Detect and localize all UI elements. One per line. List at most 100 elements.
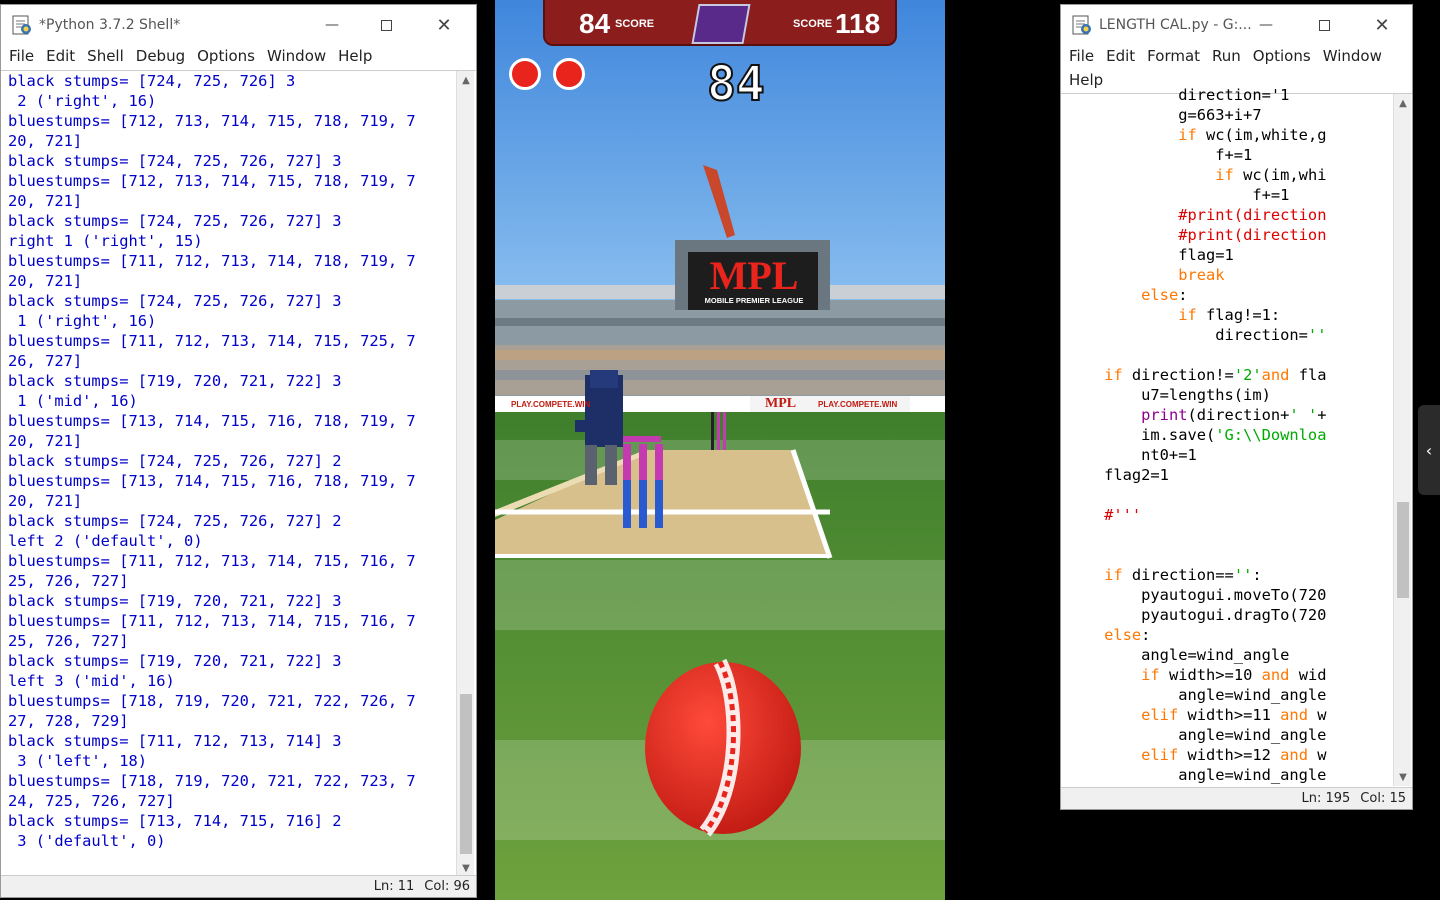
close-button[interactable]: ✕ [421,5,467,45]
code-token: angle=wind_angle [1067,686,1327,704]
code-token: : [1252,566,1262,584]
code-token: width>=10 [1159,666,1262,684]
menu-edit[interactable]: Edit [40,45,81,69]
shell-statusbar: Ln: 11 Col: 96 [1,875,476,897]
shell-output-line: black stumps= [724, 725, 726, 727] 3 [8,292,342,310]
minimize-button[interactable]: — [309,5,355,45]
scroll-down-icon[interactable]: ▼ [1394,768,1412,786]
menu-help[interactable]: Help [332,45,378,69]
code-token: and [1280,746,1308,764]
code-token: fla [1289,366,1327,384]
shell-output-line: 25, 726, 727] [8,572,129,590]
shell-scrollbar[interactable]: ▲ ▼ [456,71,474,877]
code-token: '' [1307,326,1327,344]
code-token: #''' [1104,506,1142,524]
code-token: print [1141,406,1188,424]
scroll-thumb[interactable] [1397,502,1409,598]
code-token: nt0+=1 [1067,446,1197,464]
shell-output-text[interactable]: black stumps= [724, 725, 726] 3 2 ('righ… [8,71,454,877]
editor-scrollbar[interactable]: ▲ ▼ [1393,94,1411,786]
menu-options[interactable]: Options [191,45,261,69]
scroll-thumb[interactable] [460,694,472,854]
menu-file[interactable]: File [3,45,40,69]
shell-output-line: 20, 721] [8,272,83,290]
code-line: if flag!=1: [1067,305,1387,325]
menu-window[interactable]: Window [261,45,332,69]
menu-options[interactable]: Options [1247,45,1317,69]
shell-output-line: 26, 727] [8,352,83,370]
menu-debug[interactable]: Debug [130,45,191,69]
maximize-button[interactable] [363,5,409,45]
close-button[interactable]: ✕ [1359,5,1405,45]
code-token: else [1104,626,1142,644]
menu-window[interactable]: Window [1317,45,1388,69]
code-token: flag!=1: [1196,306,1281,324]
score-bar: 84 SCORE SCORE 118 [543,0,897,46]
editor-statusbar: Ln: 195 Col: 15 [1061,787,1412,809]
code-token: width>=11 [1178,706,1281,724]
python-file-icon [1072,15,1091,35]
versus-badge-icon [691,4,751,44]
cricket-game-view[interactable]: 84 SCORE SCORE 118 84 MPL MOBILE PREMIER… [495,0,945,900]
shell-menubar: File Edit Shell Debug Options Window Hel… [1,45,476,69]
code-token: if [1178,306,1197,324]
cricket-ball[interactable] [645,658,801,837]
menu-run[interactable]: Run [1206,45,1247,69]
code-token: else [1141,286,1179,304]
menu-file[interactable]: File [1063,45,1100,69]
code-token: direction!= [1122,366,1234,384]
status-column: Col: 15 [1360,791,1406,806]
code-line: #''' [1067,505,1387,525]
code-token: g=663+i+7 [1067,106,1262,124]
menu-edit[interactable]: Edit [1100,45,1141,69]
code-line: pyautogui.dragTo(720 [1067,605,1387,625]
code-token: and [1261,666,1290,684]
editor-code-area[interactable]: direction='1 g=663+i+7 if wc(im,white,g … [1067,85,1387,787]
code-line: angle=wind_angle [1067,725,1387,745]
shell-output-line: black stumps= [719, 720, 721, 722] 3 [8,372,342,390]
code-token: : [1141,626,1151,644]
shell-output-line: 3 ('default', 0) [8,832,166,850]
shell-output-line: bluestumps= [711, 712, 713, 714, 718, 71… [8,252,416,270]
minimize-button[interactable]: — [1243,5,1289,45]
code-token: if [1141,666,1160,684]
scroll-up-icon[interactable]: ▲ [1394,94,1412,112]
code-token: #print(direction [1178,226,1327,244]
menu-shell[interactable]: Shell [81,45,130,69]
code-token: angle=wind_angle [1067,766,1327,784]
status-line: Ln: 195 [1301,791,1351,806]
shell-output-line: 24, 725, 726, 727] [8,792,175,810]
shell-output-line: 20, 721] [8,132,83,150]
editor-titlebar[interactable]: LENGTH CAL.py - G:... — ✕ [1061,5,1412,45]
code-token: and [1261,366,1290,384]
code-line: #print(direction [1067,225,1387,245]
maximize-button[interactable] [1301,5,1347,45]
shell-output-line: black stumps= [719, 720, 721, 722] 3 [8,652,342,670]
code-line: else: [1067,285,1387,305]
code-token: angle=wind_angle [1067,726,1327,744]
code-token: pyautogui.dragTo(720 [1067,606,1327,624]
code-line: angle=wind_angle [1067,685,1387,705]
mpl-board-logo: MPL [709,253,799,298]
code-line: nt0+=1 [1067,445,1387,465]
shell-titlebar[interactable]: *Python 3.7.2 Shell* — ✕ [1,5,476,45]
code-line: im.save('G:\\Downloa [1067,425,1387,445]
code-token: and [1280,706,1308,724]
scroll-up-icon[interactable]: ▲ [457,71,475,89]
code-line: if wc(im,whi [1067,165,1387,185]
side-panel-toggle[interactable]: ‹ [1418,405,1440,495]
code-line: elif width>=11 and w [1067,705,1387,725]
code-token: '2' [1233,366,1262,384]
code-token: wc(im,whi [1233,166,1327,184]
menu-format[interactable]: Format [1141,45,1206,69]
code-token: #print(direction [1178,206,1327,224]
shell-window-title: *Python 3.7.2 Shell* [39,17,181,33]
